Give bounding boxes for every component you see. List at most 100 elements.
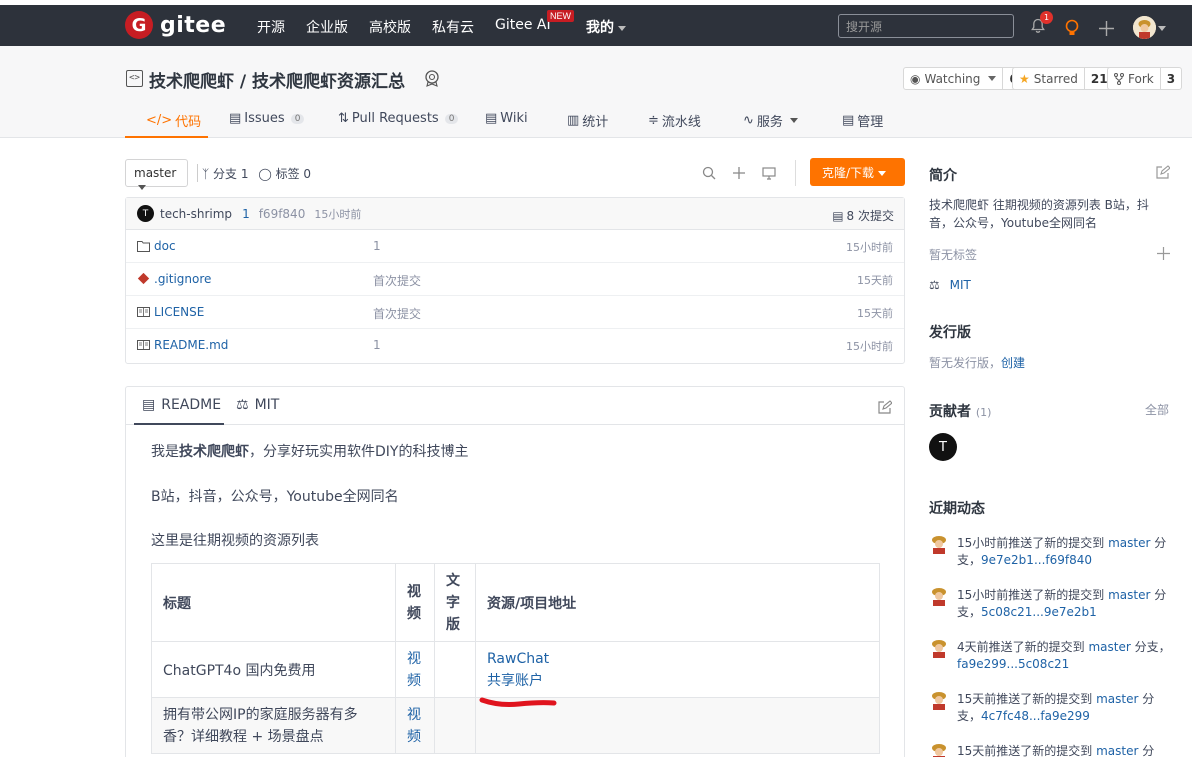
activity-branch-link[interactable]: master — [1108, 536, 1150, 550]
add-file-icon[interactable] — [732, 166, 746, 180]
clone-download-button[interactable]: 克隆/下载 — [810, 158, 905, 186]
book-icon — [137, 340, 150, 350]
branches-link[interactable]: 分支 1 — [213, 167, 248, 181]
tab-wiki[interactable]: ▤ Wiki — [485, 111, 528, 126]
commit-message[interactable]: 1 — [242, 207, 250, 221]
release-title: 发行版 — [929, 325, 971, 341]
activity-avatar[interactable] — [928, 741, 950, 757]
activity-branch-link[interactable]: master — [1096, 692, 1138, 706]
user-avatar[interactable] — [1133, 16, 1156, 39]
create-release-link[interactable]: 创建 — [1001, 356, 1025, 370]
file-commit-message[interactable]: 1 — [373, 239, 381, 253]
committer-avatar[interactable]: T — [137, 205, 154, 222]
fork-label: Fork — [1128, 71, 1154, 86]
nav-gitee-ai[interactable]: Gitee AI — [495, 17, 551, 33]
activity-branch-link[interactable]: master — [1096, 744, 1138, 757]
tags-link[interactable]: 标签 0 — [276, 167, 311, 181]
committer-name[interactable]: tech-shrimp — [160, 207, 232, 221]
video-link[interactable]: 视频 — [407, 707, 421, 745]
all-contributors-link[interactable]: 全部 — [1145, 401, 1169, 418]
tab-manage[interactable]: ▤ 管理 — [842, 111, 883, 130]
commit-count: 8 次提交 — [846, 209, 894, 223]
file-name[interactable]: LICENSE — [154, 305, 204, 319]
file-commit-message[interactable]: 首次提交 — [373, 272, 421, 289]
contributors-label: 贡献者 — [929, 404, 971, 420]
license-link[interactable]: MIT — [950, 278, 971, 292]
file-commit-message[interactable]: 1 — [373, 338, 381, 352]
contributors-count: (1) — [975, 406, 992, 419]
starred-button[interactable]: ★ Starred 21 — [1012, 67, 1115, 90]
web-ide-icon[interactable] — [762, 166, 776, 180]
contributors-title: 贡献者 (1) — [929, 401, 991, 421]
pipeline-icon: ≑ — [648, 113, 659, 128]
activity-avatar[interactable] — [928, 689, 950, 711]
activity-commit-range[interactable]: 4c7fc48...fa9e299 — [981, 709, 1090, 723]
tab-code[interactable]: </> 代码 — [146, 111, 201, 130]
commit-sha[interactable]: f69f840 — [259, 207, 306, 221]
branch-select[interactable]: master — [125, 159, 188, 190]
repo-title[interactable]: 技术爬爬虾 / 技术爬爬虾资源汇总 — [149, 67, 405, 92]
license-info[interactable]: ⚖ MIT — [929, 276, 971, 294]
tab-license[interactable]: ⚖ MIT — [236, 397, 279, 413]
shared-account-link[interactable]: 共享账户 — [487, 670, 868, 692]
activity-avatar[interactable] — [928, 533, 950, 555]
search-icon[interactable] — [702, 166, 716, 180]
activity-avatar[interactable] — [928, 585, 950, 607]
file-name[interactable]: README.md — [154, 338, 228, 352]
tab-pipeline[interactable]: ≑ 流水线 — [648, 111, 701, 130]
file-row[interactable]: LICENSE 首次提交 15天前 — [126, 296, 904, 329]
file-name[interactable]: doc — [154, 239, 176, 253]
file-time: 15天前 — [857, 274, 893, 287]
plus-icon[interactable] — [1098, 20, 1115, 37]
edit-icon[interactable] — [878, 400, 892, 414]
new-badge: NEW — [547, 10, 574, 22]
tab-statistics[interactable]: ▥ 统计 — [567, 111, 608, 130]
activity-commit-range[interactable]: fa9e299...5c08c21 — [957, 657, 1069, 671]
activity-text: 4天前推送了新的提交到 — [957, 640, 1089, 654]
lightbulb-icon[interactable] — [1064, 19, 1080, 37]
activity-commit-range[interactable]: 9e7e2b1...f69f840 — [981, 553, 1092, 567]
tab-pipeline-label: 流水线 — [661, 115, 701, 130]
tab-services[interactable]: ∿ 服务 — [743, 111, 798, 130]
table-header-row: 标题 视频 文字版 资源/项目地址 — [151, 563, 880, 642]
file-row[interactable]: doc 1 15小时前 — [126, 230, 904, 263]
star-icon: ★ — [1019, 71, 1030, 86]
activity-avatar[interactable] — [928, 637, 950, 659]
watching-button[interactable]: ◉Watching 6 — [903, 67, 1025, 90]
rawchat-link[interactable]: RawChat — [487, 648, 868, 670]
logo-mark: G — [125, 11, 153, 39]
tab-issues[interactable]: ▤ Issues 0 — [229, 111, 305, 126]
video-link[interactable]: 视频 — [407, 651, 421, 689]
fork-count: 3 — [1159, 68, 1181, 89]
activity-text: 15小时前推送了新的提交到 — [957, 588, 1109, 602]
fork-icon — [1114, 72, 1124, 85]
file-commit-message[interactable]: 首次提交 — [373, 305, 421, 322]
plus-icon[interactable] — [1157, 247, 1170, 260]
nav-enterprise[interactable]: 企业版 — [306, 17, 348, 37]
activity-commit-range[interactable]: 5c08c21...9e7e2b1 — [981, 605, 1097, 619]
nav-mine[interactable]: 我的 — [586, 17, 626, 37]
contributor-avatar[interactable]: T — [929, 433, 957, 461]
readme-platforms: B站，抖音，公众号，Youtube全网同名 — [151, 489, 399, 505]
commit-count-link[interactable]: ▤ 8 次提交 — [832, 207, 894, 224]
nav-education[interactable]: 高校版 — [369, 17, 411, 37]
edit-icon[interactable] — [1156, 165, 1170, 179]
activity-branch-link[interactable]: master — [1108, 588, 1150, 602]
file-row[interactable]: README.md 1 15小时前 — [126, 329, 904, 362]
search-input[interactable]: 搜开源 — [838, 14, 1014, 38]
tab-readme[interactable]: ▤ README — [142, 397, 221, 413]
avatar-chevron-icon[interactable] — [1158, 26, 1166, 31]
file-row[interactable]: .gitignore 首次提交 15天前 — [126, 263, 904, 296]
intro-bold: 技术爬爬虾 — [179, 444, 249, 460]
tab-pull-requests[interactable]: ⇅ Pull Requests 0 — [338, 111, 459, 126]
fork-button[interactable]: Fork 3 — [1107, 67, 1183, 90]
table-header: 资源/项目地址 — [475, 563, 880, 642]
nav-open-source[interactable]: 开源 — [257, 17, 285, 37]
nav-private-cloud[interactable]: 私有云 — [432, 17, 474, 37]
latest-commit: T tech-shrimp 1 f69f840 15小时前 ▤ 8 次提交 — [126, 198, 904, 230]
activity-branch-link[interactable]: master — [1088, 640, 1130, 654]
wiki-icon: ▤ — [485, 111, 498, 126]
gitee-logo[interactable]: G gitee — [125, 11, 226, 39]
file-name[interactable]: .gitignore — [154, 272, 211, 286]
file-time: 15天前 — [857, 307, 893, 320]
